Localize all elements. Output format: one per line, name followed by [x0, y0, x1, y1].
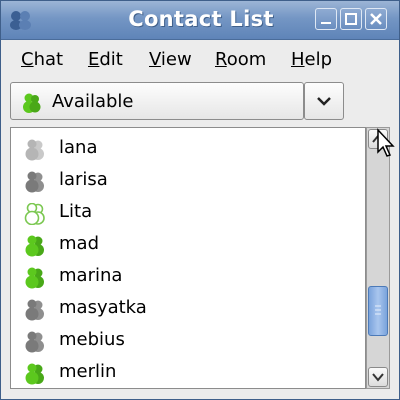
person-available-icon — [21, 93, 43, 117]
menu-edit[interactable]: Edit — [88, 49, 123, 70]
chevron-down-icon — [317, 97, 331, 106]
minimize-icon — [321, 22, 331, 24]
contact-row[interactable]: mebius — [11, 326, 365, 358]
contact-row[interactable]: masyatka — [11, 294, 365, 326]
close-button[interactable] — [365, 8, 387, 30]
status-combo[interactable]: Available — [10, 82, 304, 120]
menu-room[interactable]: Room — [215, 49, 266, 70]
close-icon — [370, 13, 382, 25]
contact-row[interactable]: lana — [11, 134, 365, 166]
person-offline-icon — [23, 331, 47, 357]
menu-bar: Chat Edit View Room Help — [1, 40, 399, 78]
scroll-down-button[interactable] — [368, 367, 388, 387]
person-available-icon — [23, 363, 47, 388]
menu-help[interactable]: Help — [291, 49, 332, 70]
menu-chat[interactable]: Chat — [21, 49, 63, 70]
contact-row[interactable]: marina — [11, 262, 365, 294]
contact-row[interactable]: larisa — [11, 166, 365, 198]
status-label: Available — [52, 91, 134, 112]
person-available-icon — [23, 267, 47, 293]
status-dropdown-button[interactable] — [304, 82, 344, 120]
contact-row[interactable]: mad — [11, 230, 365, 262]
menu-view[interactable]: View — [149, 49, 192, 70]
contact-row[interactable]: merlin — [11, 358, 365, 388]
contact-name: mad — [59, 233, 99, 254]
chevron-down-icon — [372, 373, 384, 382]
scroll-thumb[interactable] — [368, 286, 388, 336]
contact-name: lana — [59, 137, 98, 158]
grip-icon — [375, 305, 381, 315]
contact-name: merlin — [59, 361, 117, 382]
maximize-button[interactable] — [340, 8, 362, 30]
person-offline-icon — [23, 171, 47, 197]
mouse-cursor-icon — [377, 128, 395, 157]
contact-name: mebius — [59, 329, 125, 350]
contact-name: Lita — [59, 201, 93, 222]
person-away-icon — [23, 202, 47, 229]
contact-list-scrollbar[interactable] — [366, 127, 390, 389]
contact-row[interactable]: Lita — [11, 198, 365, 230]
minimize-button[interactable] — [315, 8, 337, 30]
person-offline-icon — [23, 299, 47, 325]
contact-name: larisa — [59, 169, 108, 190]
person-offline-light-icon — [23, 139, 47, 165]
contact-name: marina — [59, 265, 123, 286]
title-bar[interactable]: Contact List — [1, 1, 399, 40]
contact-list: lana larisa Lita mad marina masyatka mebius mer… — [10, 127, 366, 389]
person-available-icon — [23, 235, 47, 261]
contact-name: masyatka — [59, 297, 147, 318]
maximize-icon — [345, 13, 357, 25]
